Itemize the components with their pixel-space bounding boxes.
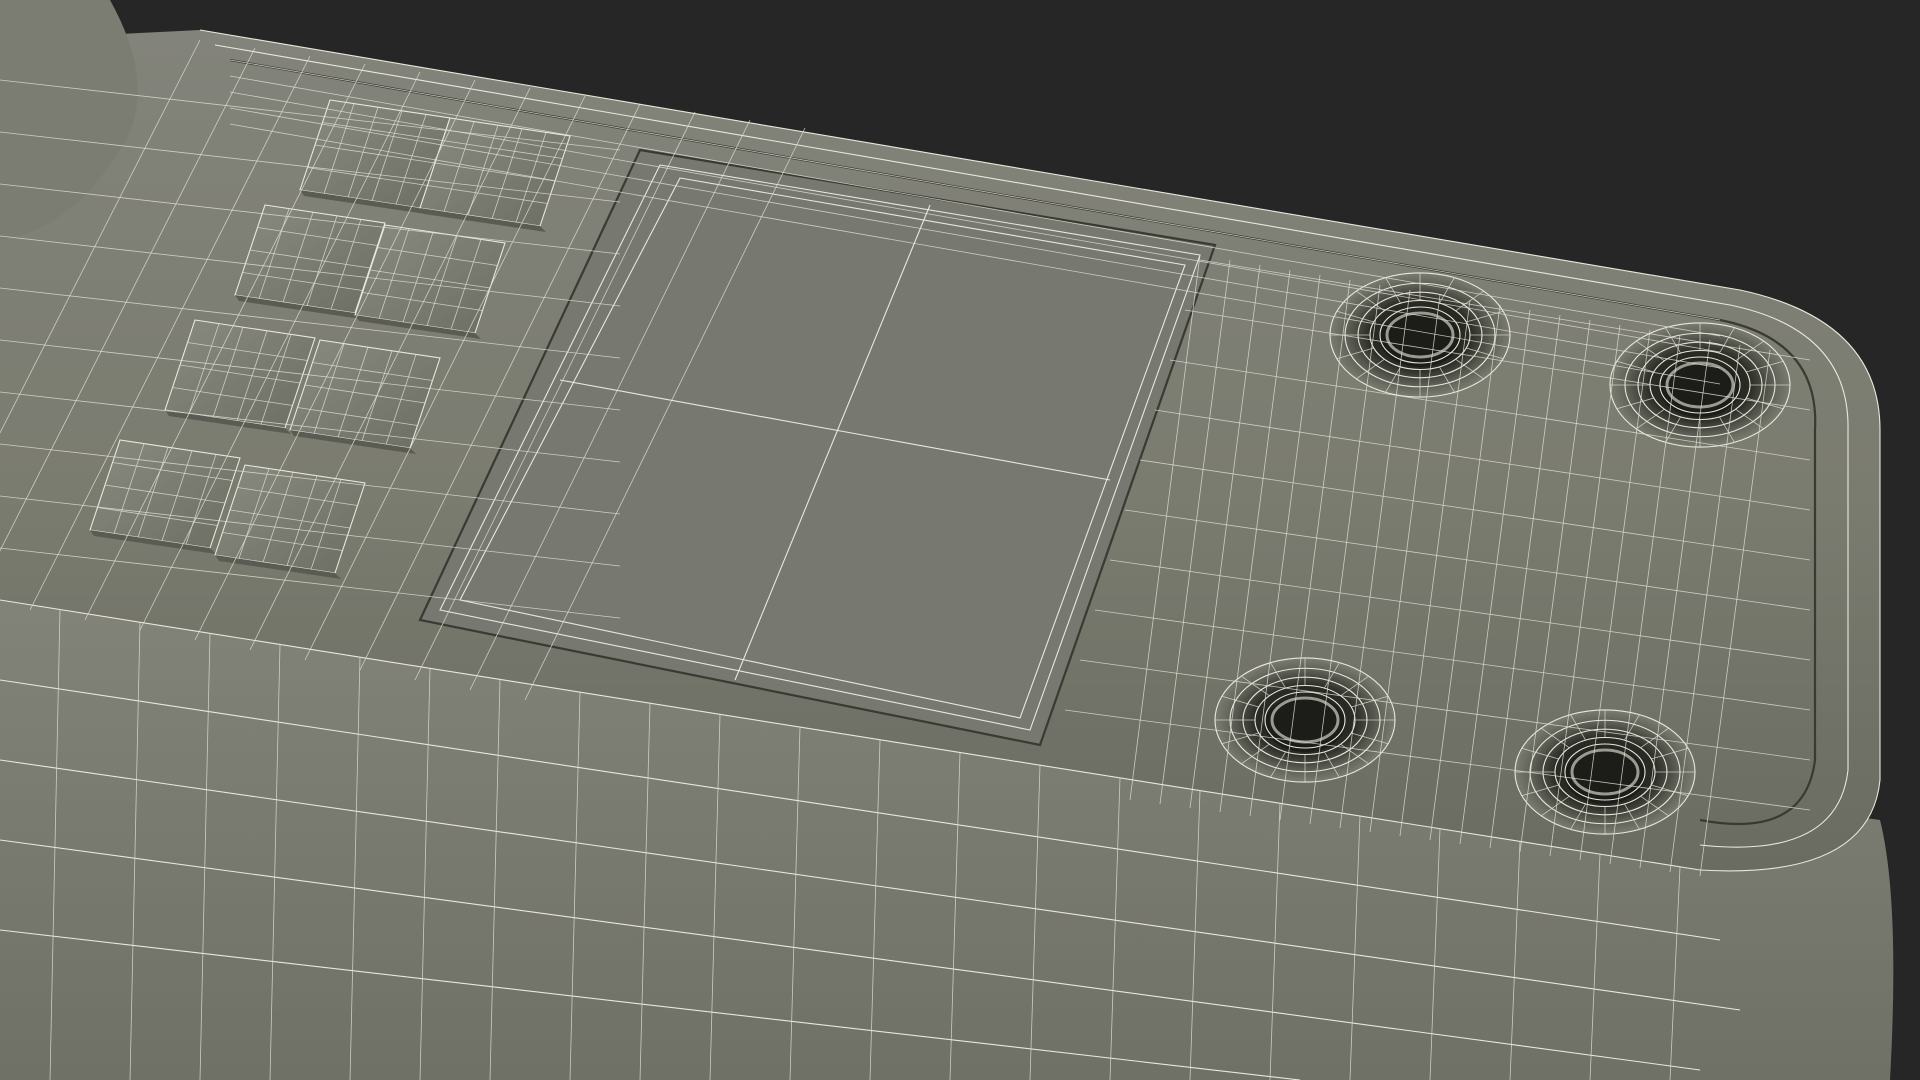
- screw-hole: [1514, 709, 1696, 835]
- hole-bore: [1660, 361, 1740, 417]
- screw-hole: [1329, 272, 1511, 398]
- hole-bore: [1380, 311, 1460, 367]
- hole-bore: [1265, 696, 1345, 752]
- render-viewport: [0, 0, 1920, 1080]
- wireframe-render: [0, 0, 1920, 1080]
- hole-bore: [1565, 748, 1645, 804]
- screw-hole: [1214, 657, 1396, 783]
